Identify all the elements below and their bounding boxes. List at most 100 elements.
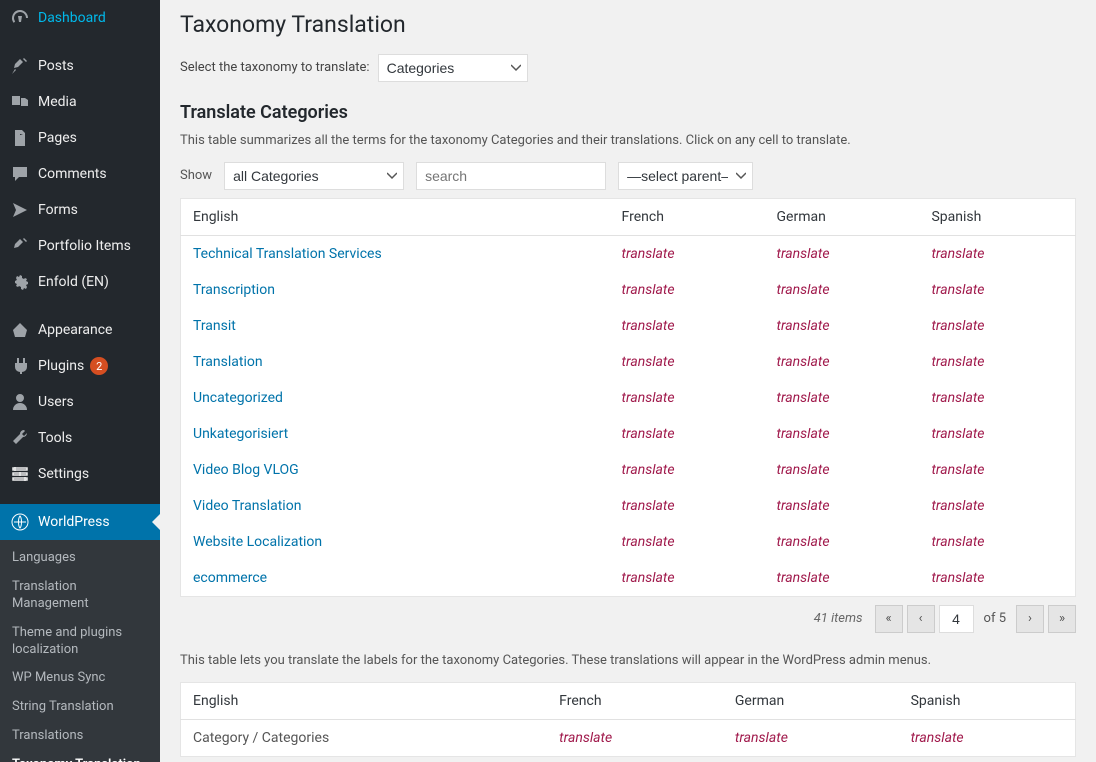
table-row: Website Localization translate translate tr…	[181, 524, 1076, 560]
sidebar-item-comments[interactable]: Comments	[0, 156, 160, 192]
sidebar-item-label: Dashboard	[38, 10, 106, 26]
translate-link[interactable]: translate	[931, 318, 984, 334]
translate-link[interactable]: translate	[622, 534, 675, 550]
pagination: 41 items « ‹ of 5 › »	[180, 605, 1076, 633]
labels-column-header-english: English	[181, 682, 548, 719]
pagination-first[interactable]: «	[875, 605, 903, 633]
parent-select[interactable]: —select parent—	[618, 162, 753, 190]
pages-icon	[10, 128, 30, 148]
translate-link[interactable]: translate	[622, 390, 675, 406]
update-badge: 2	[90, 357, 108, 375]
pagination-next[interactable]: ›	[1016, 605, 1044, 633]
sidebar-subitem-translations[interactable]: Translations	[0, 722, 160, 751]
translate-link[interactable]: translate	[777, 426, 830, 442]
sidebar-item-portfolio-items[interactable]: Portfolio Items	[0, 228, 160, 264]
term-link[interactable]: Video Blog VLOG	[193, 462, 299, 478]
appearance-icon	[10, 320, 30, 340]
table-row: Technical Translation Services translate t…	[181, 235, 1076, 272]
term-link[interactable]: Translation	[193, 354, 263, 370]
translate-link[interactable]: translate	[777, 534, 830, 550]
sidebar-subitem-taxonomy-translation[interactable]: Taxonomy Translation	[0, 751, 160, 762]
translate-link[interactable]: translate	[777, 570, 830, 586]
labels-term: Category / Categories	[181, 719, 548, 756]
translate-link[interactable]: translate	[931, 498, 984, 514]
gear-icon	[10, 272, 30, 292]
translate-link[interactable]: translate	[777, 462, 830, 478]
sidebar-item-posts[interactable]: Posts	[0, 48, 160, 84]
globe-icon	[10, 512, 30, 532]
term-link[interactable]: Website Localization	[193, 534, 322, 550]
sidebar-subitem-theme-and-plugins-localization[interactable]: Theme and plugins localization	[0, 619, 160, 665]
term-link[interactable]: Unkategorisiert	[193, 426, 288, 442]
translate-link[interactable]: translate	[777, 282, 830, 298]
sidebar-item-appearance[interactable]: Appearance	[0, 312, 160, 348]
table-row: Video Blog VLOG translate translate transla…	[181, 452, 1076, 488]
taxonomy-select[interactable]: Categories	[378, 54, 528, 82]
translate-link[interactable]: translate	[931, 246, 984, 262]
translate-link[interactable]: translate	[622, 246, 675, 262]
translate-link[interactable]: translate	[735, 730, 788, 746]
sidebar-item-media[interactable]: Media	[0, 84, 160, 120]
column-header-spanish: Spanish	[919, 198, 1075, 235]
sidebar-item-label: Forms	[38, 202, 78, 218]
translate-link[interactable]: translate	[777, 498, 830, 514]
labels-column-header-spanish: Spanish	[899, 682, 1076, 719]
translate-link[interactable]: translate	[911, 730, 964, 746]
sidebar-item-dashboard[interactable]: Dashboard	[0, 0, 160, 36]
translate-link[interactable]: translate	[931, 570, 984, 586]
sidebar-item-label: Pages	[38, 130, 77, 146]
table-row: Uncategorized translate translate translate	[181, 380, 1076, 416]
translate-link[interactable]: translate	[622, 354, 675, 370]
translate-link[interactable]: translate	[559, 730, 612, 746]
translate-link[interactable]: translate	[777, 390, 830, 406]
translate-link[interactable]: translate	[622, 426, 675, 442]
translate-link[interactable]: translate	[777, 354, 830, 370]
term-link[interactable]: Video Translation	[193, 498, 301, 514]
sidebar-subitem-languages[interactable]: Languages	[0, 544, 160, 573]
sidebar-item-label: Tools	[38, 430, 72, 446]
translate-link[interactable]: translate	[931, 390, 984, 406]
sidebar-item-label: Settings	[38, 466, 89, 482]
term-link[interactable]: Technical Translation Services	[193, 246, 382, 262]
sidebar-item-users[interactable]: Users	[0, 384, 160, 420]
pagination-prev[interactable]: ‹	[907, 605, 935, 633]
sidebar-subitem-translation-management[interactable]: Translation Management	[0, 573, 160, 619]
summary-text: This table summarizes all the terms for …	[180, 133, 1076, 148]
sidebar-item-label: Users	[38, 394, 74, 410]
term-link[interactable]: ecommerce	[193, 570, 267, 586]
translate-link[interactable]: translate	[777, 246, 830, 262]
translate-link[interactable]: translate	[622, 282, 675, 298]
search-input[interactable]	[416, 162, 606, 190]
term-link[interactable]: Transcription	[193, 282, 275, 298]
translate-link[interactable]: translate	[931, 282, 984, 298]
users-icon	[10, 392, 30, 412]
tools-icon	[10, 428, 30, 448]
sidebar-item-worldpress[interactable]: WorldPress	[0, 504, 160, 540]
translate-link[interactable]: translate	[622, 318, 675, 334]
sidebar-subitem-wp-menus-sync[interactable]: WP Menus Sync	[0, 664, 160, 693]
term-link[interactable]: Uncategorized	[193, 390, 283, 406]
translate-link[interactable]: translate	[622, 462, 675, 478]
translate-link[interactable]: translate	[777, 318, 830, 334]
translation-table: EnglishFrenchGermanSpanish Technical Tra…	[180, 198, 1076, 597]
pagination-last[interactable]: »	[1048, 605, 1076, 633]
column-header-french: French	[610, 198, 765, 235]
sidebar-item-label: Enfold (EN)	[38, 274, 109, 290]
sidebar-item-pages[interactable]: Pages	[0, 120, 160, 156]
show-filter-select[interactable]: all Categories	[224, 162, 404, 190]
translate-link[interactable]: translate	[931, 534, 984, 550]
pagination-current-input[interactable]	[939, 605, 974, 633]
sidebar-item-plugins[interactable]: Plugins2	[0, 348, 160, 384]
translate-link[interactable]: translate	[622, 498, 675, 514]
translate-link[interactable]: translate	[622, 570, 675, 586]
sidebar-item-enfold-en-[interactable]: Enfold (EN)	[0, 264, 160, 300]
translate-link[interactable]: translate	[931, 354, 984, 370]
sidebar-subitem-string-translation[interactable]: String Translation	[0, 693, 160, 722]
sidebar-item-forms[interactable]: Forms	[0, 192, 160, 228]
term-link[interactable]: Transit	[193, 318, 236, 334]
labels-column-header-french: French	[547, 682, 723, 719]
translate-link[interactable]: translate	[931, 426, 984, 442]
sidebar-item-settings[interactable]: Settings	[0, 456, 160, 492]
sidebar-item-tools[interactable]: Tools	[0, 420, 160, 456]
translate-link[interactable]: translate	[931, 462, 984, 478]
